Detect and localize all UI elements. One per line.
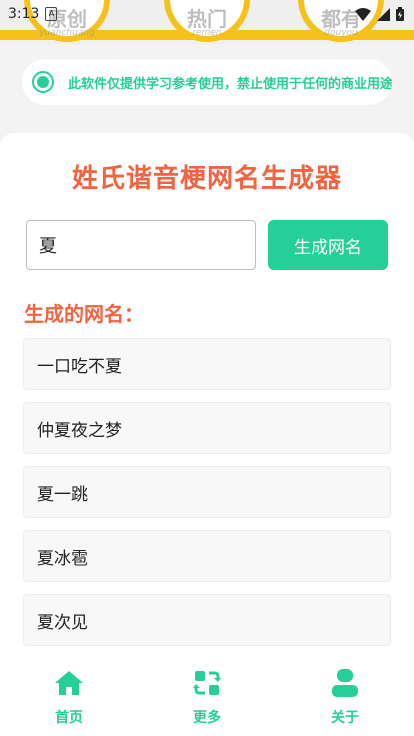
result-item[interactable]: 一口吃不夏 <box>23 338 391 390</box>
result-item[interactable]: 仲夏夜之梦 <box>23 402 391 454</box>
notice-indicator-icon <box>32 71 54 93</box>
user-icon <box>330 668 360 698</box>
nav-item-more[interactable]: 更多 <box>167 658 247 727</box>
battery-icon <box>396 7 404 21</box>
page-title: 姓氏谐音梗网名生成器 <box>71 164 342 194</box>
result-item[interactable]: 夏冰雹 <box>23 530 391 582</box>
result-item[interactable]: 夏次见 <box>23 594 391 646</box>
refresh-icon <box>192 668 222 698</box>
home-icon <box>54 668 84 698</box>
surname-input[interactable] <box>26 220 256 270</box>
coin-sublabel: remen <box>192 28 222 38</box>
coin-sublabel: yuanchuang <box>39 28 95 38</box>
status-time: 3:13 <box>8 6 40 22</box>
notice-bar: 此软件仅提供学习参考使用，禁止使用于任何的商业用途 <box>22 59 392 105</box>
results-heading: 生成的网名： <box>24 302 144 326</box>
notification-icon: A <box>45 7 58 21</box>
bottom-nav: 首页 更多 关于 <box>0 658 414 736</box>
coin-sublabel: douyou <box>324 28 358 38</box>
wifi-icon <box>355 7 371 21</box>
nav-label: 关于 <box>331 710 359 726</box>
status-bar: 3:13 A <box>0 0 414 28</box>
nav-label: 更多 <box>193 710 221 726</box>
signal-icon <box>377 7 390 21</box>
result-item[interactable]: 夏一跳 <box>23 466 391 518</box>
notice-text: 此软件仅提供学习参考使用，禁止使用于任何的商业用途 <box>68 76 392 92</box>
nav-item-home[interactable]: 首页 <box>29 658 109 727</box>
nav-label: 首页 <box>55 710 83 726</box>
results-list: 一口吃不夏 仲夏夜之梦 夏一跳 夏冰雹 夏次见 <box>23 338 391 658</box>
nav-item-about[interactable]: 关于 <box>305 658 385 727</box>
generate-button[interactable]: 生成网名 <box>268 220 388 270</box>
